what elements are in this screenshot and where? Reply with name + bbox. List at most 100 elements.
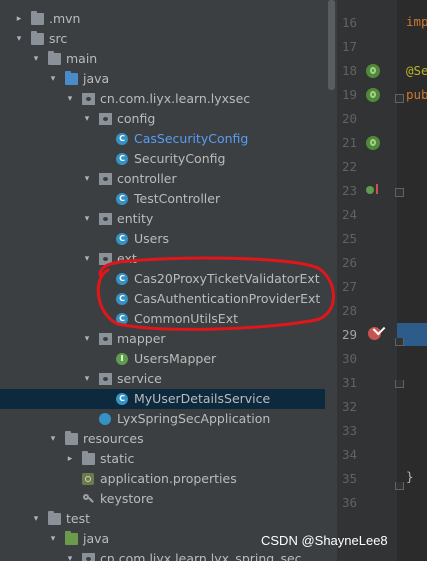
tree-row[interactable]: ▾ resources <box>0 429 325 449</box>
tree-row-label: CasAuthenticationProviderExt <box>134 291 321 306</box>
tree-row-label: java <box>83 531 110 546</box>
tree-row-label: resources <box>83 431 144 446</box>
tree-row-label: cn.com.liyx.learn.lyx_spring_sec <box>100 551 302 561</box>
line-number: 28 <box>341 303 357 318</box>
tree-row-label: application.properties <box>100 471 237 486</box>
fold-marker-icon[interactable] <box>395 188 404 197</box>
tree-row-label: TestController <box>134 191 221 206</box>
line-number: 31 <box>341 375 357 390</box>
folder-icon <box>31 31 44 45</box>
tree-row[interactable]: ▸ static <box>0 449 325 469</box>
tree-row[interactable]: application.properties <box>0 469 325 489</box>
class-icon: C <box>116 193 128 205</box>
line-number: 21 <box>341 135 357 150</box>
fold-end-marker-icon[interactable] <box>395 482 404 490</box>
tree-row-label: keystore <box>100 491 154 506</box>
folder-icon <box>48 51 61 65</box>
code-annotation: @Se <box>406 63 427 78</box>
tree-row[interactable]: I UsersMapper <box>0 349 325 369</box>
chevron-down-icon[interactable]: ▾ <box>82 169 92 189</box>
tree-row-label: config <box>117 111 156 126</box>
spring-boot-app-icon <box>99 413 111 425</box>
chevron-down-icon[interactable]: ▾ <box>82 329 92 349</box>
tree-row[interactable]: ▸ .mvn <box>0 9 325 29</box>
fold-end-marker-icon[interactable] <box>395 338 404 346</box>
tree-row[interactable]: ▾ main <box>0 49 325 69</box>
tree-row-label: MyUserDetailsService <box>134 391 271 406</box>
chevron-right-icon[interactable]: ▸ <box>65 449 75 469</box>
tree-row[interactable]: ▾ entity <box>0 209 325 229</box>
tree-row-label: ext <box>117 251 137 266</box>
code-line-19: pub <box>406 85 427 105</box>
line-number: 17 <box>341 39 357 54</box>
implements-method-gutter-icon[interactable] <box>366 184 380 198</box>
chevron-down-icon[interactable]: ▾ <box>82 109 92 129</box>
spring-bean-gutter-icon[interactable] <box>366 136 380 150</box>
chevron-down-icon[interactable]: ▾ <box>14 29 24 49</box>
chevron-down-icon[interactable]: ▾ <box>48 429 58 449</box>
chevron-down-icon[interactable]: ▾ <box>82 209 92 229</box>
interface-icon: I <box>116 353 128 365</box>
tree-row-label: controller <box>117 171 177 186</box>
tree-row[interactable]: ▾ test <box>0 509 325 529</box>
package-icon <box>99 373 112 385</box>
fold-end-marker-icon[interactable] <box>395 380 404 388</box>
tree-row[interactable]: keystore <box>0 489 325 509</box>
tree-row[interactable]: C CommonUtilsExt <box>0 309 325 329</box>
chevron-down-icon[interactable]: ▾ <box>82 369 92 389</box>
class-icon: C <box>116 153 128 165</box>
code-line-18: @Se <box>406 61 427 81</box>
tree-row-label: UsersMapper <box>134 351 217 366</box>
tree-row[interactable]: ▾ service <box>0 369 325 389</box>
test-folder-icon <box>65 531 78 545</box>
tree-row-label: service <box>117 371 162 386</box>
chevron-down-icon[interactable]: ▾ <box>65 89 75 109</box>
tree-row[interactable]: ▾ ext <box>0 249 325 269</box>
tree-row-label: Cas20ProxyTicketValidatorExt <box>134 271 320 286</box>
chevron-down-icon[interactable]: ▾ <box>65 549 75 561</box>
tree-row[interactable]: ▾ mapper <box>0 329 325 349</box>
tree-row[interactable]: C TestController <box>0 189 325 209</box>
spring-bean-gutter-icon[interactable] <box>366 64 380 78</box>
chevron-down-icon[interactable]: ▾ <box>31 49 41 69</box>
tree-row[interactable]: C Cas20ProxyTicketValidatorExt <box>0 269 325 289</box>
class-icon: C <box>116 233 128 245</box>
code-import-keyword: imp <box>406 14 427 29</box>
tree-row[interactable]: C CasAuthenticationProviderExt <box>0 289 325 309</box>
package-icon <box>99 333 112 345</box>
chevron-right-icon[interactable]: ▸ <box>14 9 24 29</box>
line-number: 29 <box>341 327 357 342</box>
tree-row[interactable]: C Users <box>0 229 325 249</box>
tree-row[interactable]: ▾ src <box>0 29 325 49</box>
fold-marker-icon[interactable] <box>395 94 404 103</box>
tree-row-label: LyxSpringSecApplication <box>117 411 271 426</box>
folder-icon <box>31 11 44 25</box>
properties-file-icon <box>82 473 94 485</box>
tree-row[interactable]: ▾ controller <box>0 169 325 189</box>
tree-row[interactable]: C CasSecurityConfig <box>0 129 325 149</box>
tree-top-strip <box>0 0 337 6</box>
chevron-down-icon[interactable]: ▾ <box>82 249 92 269</box>
breakpoint-icon[interactable] <box>368 327 381 340</box>
tree-row[interactable]: ▾ config <box>0 109 325 129</box>
code-closing-brace: } <box>406 469 414 484</box>
tree-row[interactable]: ▾ java <box>0 69 325 89</box>
tree-row-label: src <box>49 31 68 46</box>
tree-row-label: CommonUtilsExt <box>134 311 239 326</box>
tree-row[interactable]: ▾ cn.com.liyx.learn.lyxsec <box>0 89 325 109</box>
chevron-down-icon[interactable]: ▾ <box>48 69 58 89</box>
chevron-down-icon[interactable]: ▾ <box>48 529 58 549</box>
tree-row-label: cn.com.liyx.learn.lyxsec <box>100 91 251 106</box>
package-icon <box>99 253 112 265</box>
line-number: 27 <box>341 279 357 294</box>
chevron-down-icon[interactable]: ▾ <box>31 509 41 529</box>
tree-row-label: .mvn <box>49 11 81 26</box>
tree-row[interactable]: C SecurityConfig <box>0 149 325 169</box>
tree-row[interactable]: ▾ cn.com.liyx.learn.lyx_spring_sec <box>0 549 325 561</box>
code-line-16: imp <box>406 12 427 32</box>
line-number: 18 <box>341 63 357 78</box>
tree-row[interactable]: LyxSpringSecApplication <box>0 409 325 429</box>
tree-scrollbar-thumb[interactable] <box>328 0 335 90</box>
tree-row[interactable]: C MyUserDetailsService <box>0 389 325 409</box>
spring-bean-gutter-icon[interactable] <box>366 88 380 102</box>
